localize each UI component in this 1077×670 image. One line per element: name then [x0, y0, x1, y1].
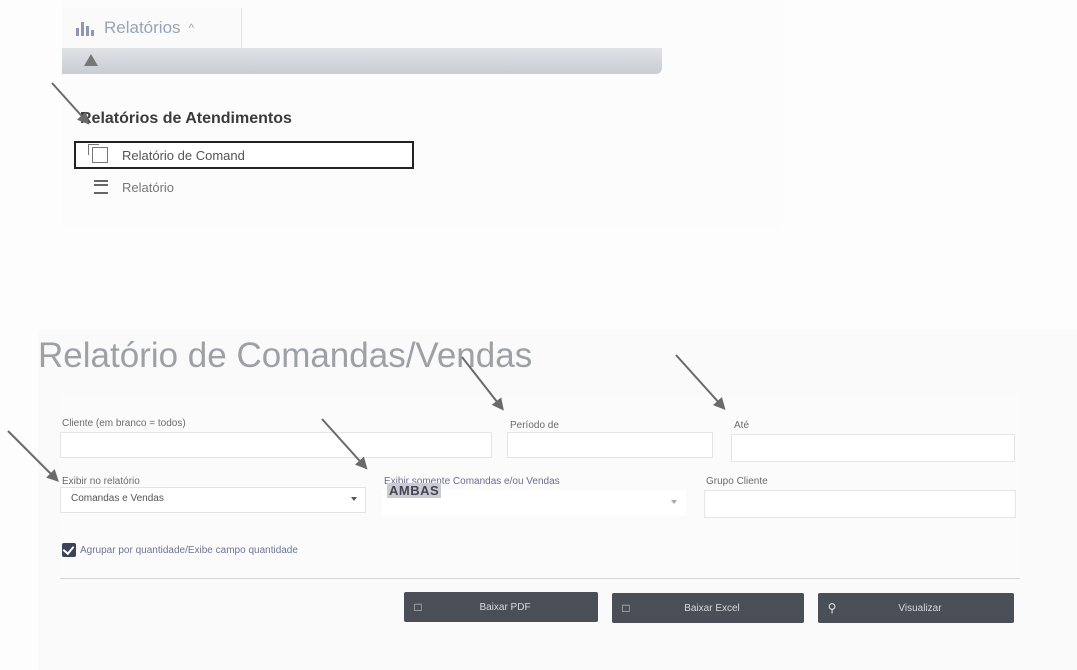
ate-label: Até [734, 420, 750, 431]
agrupar-checkbox-label: Agrupar por quantidade/Exibe campo quant… [80, 545, 298, 556]
visualizar-label: Visualizar [898, 602, 942, 614]
menu-item-label: Relatório de Comand [122, 147, 245, 163]
visualizar-button[interactable]: ⚲ Visualizar [818, 593, 1014, 623]
ate-input[interactable] [731, 434, 1015, 462]
divider [60, 578, 1020, 579]
agrupar-checkbox[interactable] [62, 543, 76, 557]
periodo-label: Período de [510, 420, 559, 431]
exibir-select[interactable]: Comandas e Vendas [60, 487, 366, 513]
chevron-down-icon [671, 500, 677, 504]
menu-item-relatorio-comandas[interactable]: Relatório de Comand [74, 141, 414, 169]
menu-item-relatorio-2[interactable]: Relatório [94, 176, 174, 198]
cliente-label: Cliente (em branco = todos) [62, 418, 186, 429]
download-excel-button[interactable]: □ Baixar Excel [612, 593, 804, 623]
menu-item-label: Relatório [122, 179, 175, 195]
somente-select-value: AMBAS [387, 483, 442, 498]
list-icon [94, 180, 108, 194]
menu-dropdown-edge [62, 48, 662, 74]
chevron-down-icon [351, 497, 357, 501]
search-icon: ⚲ [827, 601, 837, 615]
somente-select[interactable]: AMBAS [382, 483, 686, 516]
exibir-label: Exibir no relatório [62, 476, 140, 487]
document-icon [88, 144, 108, 163]
page-title: Relatório de Comandas/Vendas [38, 336, 533, 375]
download-pdf-button[interactable]: □ Baixar PDF [404, 592, 598, 622]
cliente-input[interactable] [60, 432, 492, 458]
grupo-cliente-input[interactable] [704, 490, 1016, 518]
reports-menu-tab[interactable]: Relatórios ^ [62, 8, 242, 48]
file-pdf-icon: □ [414, 600, 422, 614]
file-excel-icon: □ [622, 601, 630, 615]
download-pdf-label: Baixar PDF [479, 601, 531, 613]
reports-menu-tab-label: Relatórios [104, 18, 181, 37]
caret-up-icon [84, 54, 98, 66]
menu-section-heading: Relatórios de Atendimentos [80, 110, 292, 127]
grupo-label: Grupo Cliente [706, 476, 768, 487]
exibir-select-value: Comandas e Vendas [71, 493, 164, 504]
bar-chart-icon [76, 20, 96, 36]
chevron-up-icon: ^ [188, 21, 195, 35]
download-excel-label: Baixar Excel [684, 602, 740, 614]
periodo-input[interactable] [507, 432, 713, 458]
